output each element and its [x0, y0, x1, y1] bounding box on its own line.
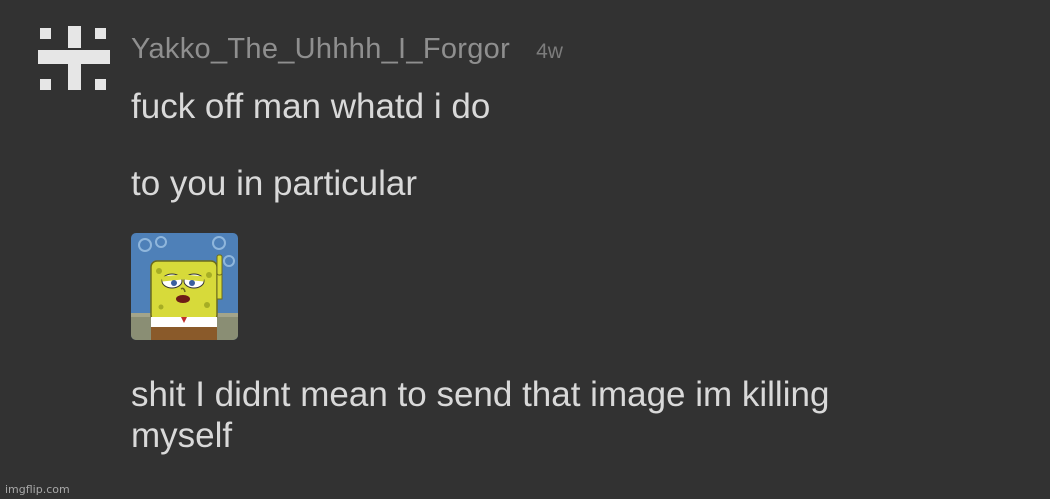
message-after-image: shit I didnt mean to send that image im … — [131, 374, 829, 456]
imgflip-watermark: imgflip.com — [5, 483, 70, 496]
comment-screenshot: Yakko_The_Uhhhh_I_Forgor 4w fuck off man… — [0, 0, 1050, 499]
username-link[interactable]: Yakko_The_Uhhhh_I_Forgor — [131, 33, 510, 66]
message-after-image-line-2: myself — [131, 416, 233, 455]
pixel-pattern-avatar-icon — [38, 26, 110, 90]
comment-header: Yakko_The_Uhhhh_I_Forgor 4w — [131, 33, 563, 66]
comment-timestamp[interactable]: 4w — [536, 40, 563, 64]
message-line-1: fuck off man whatd i do — [131, 87, 491, 126]
message-after-image-line-1: shit I didnt mean to send that image im … — [131, 375, 830, 414]
user-avatar[interactable] — [38, 26, 110, 92]
message-line-2: to you in particular — [131, 164, 417, 203]
spongebob-sticker-image[interactable] — [131, 233, 238, 340]
